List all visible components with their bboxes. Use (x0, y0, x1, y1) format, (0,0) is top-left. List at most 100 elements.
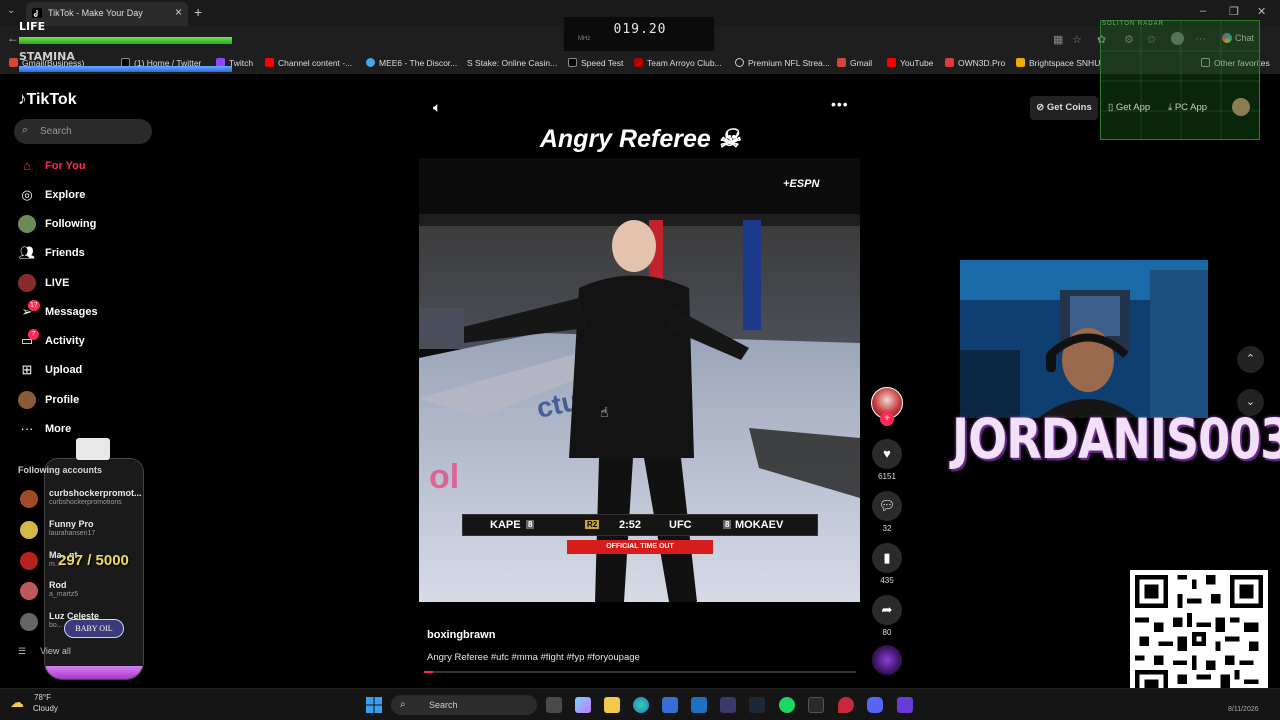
activity-badge: 7 (28, 329, 39, 340)
favorite-star-icon[interactable]: ☆ (1072, 33, 1082, 46)
comment-count: 32 (882, 524, 892, 533)
download-icon: ⤓ (1168, 102, 1175, 113)
follow-button[interactable]: + (880, 412, 894, 426)
maps-pin-icon[interactable] (838, 697, 854, 713)
avatar (20, 521, 38, 539)
bookmark-channel-content[interactable]: Channel content -... (265, 58, 352, 68)
messages-badge: 17 (28, 300, 40, 311)
x-icon (568, 58, 577, 67)
video-progress-fill (424, 671, 433, 673)
youtube-icon (887, 58, 896, 67)
nav-label: Profile (45, 394, 80, 406)
get-app-button[interactable]: ▯ Get App (1108, 102, 1150, 113)
fight-clock: 2:52 (619, 519, 642, 531)
bookmark-own3d[interactable]: OWN3D.Pro (945, 58, 1005, 68)
new-tab-button[interactable]: + (194, 4, 202, 20)
get-coins-button[interactable]: ⊘ Get Coins (1030, 96, 1098, 120)
tiktok-logo[interactable]: ♪TikTok (18, 89, 77, 109)
ufc-scorebug: KAPE 8 R2 2:52 UFC 8 MOKAEV (462, 514, 818, 536)
save-button[interactable]: ▮ 435 (872, 543, 902, 585)
bookmark-team-arroyo[interactable]: Team Arroyo Club... (634, 58, 722, 68)
xbox-icon[interactable] (808, 697, 824, 713)
taskbar-search-label: Search (429, 700, 458, 710)
comment-button[interactable]: 💬︎ 32 (872, 491, 902, 533)
life-label: LIFE (19, 20, 46, 33)
mee6-icon (366, 58, 375, 67)
radar-label: SOLITON RADAR (1102, 21, 1164, 27)
start-button[interactable] (366, 697, 382, 713)
outlook-icon[interactable] (691, 697, 707, 713)
edge-icon[interactable] (633, 697, 649, 713)
video-progress-bar[interactable] (424, 671, 856, 673)
bookmark-speed-test[interactable]: Speed Test (568, 58, 623, 68)
bookmark-mee6[interactable]: MEE6 - The Discor... (366, 58, 457, 68)
search-placeholder: Search (40, 126, 72, 137)
system-date: 8/11/2026 (1228, 706, 1259, 713)
discord-icon[interactable] (867, 697, 883, 713)
oil-goal-counter: 297 / 5000 (58, 552, 129, 569)
comment-icon: 💬︎ (872, 491, 902, 521)
heart-icon: ♥ (872, 439, 902, 469)
bookmark-icon: ▮ (872, 543, 902, 573)
pc-app-button[interactable]: ⤓ PC App (1168, 102, 1207, 113)
like-button[interactable]: ♥ 6151 (872, 439, 902, 481)
spotify-icon[interactable] (779, 697, 795, 713)
left-rank: 8 (526, 520, 535, 529)
maximize-icon[interactable]: ❐ (1229, 5, 1239, 18)
browser-tab[interactable]: TikTok - Make Your Day × (26, 2, 188, 26)
like-count: 6151 (878, 472, 896, 481)
copilot-icon[interactable] (575, 697, 591, 713)
bookmark-youtube[interactable]: YouTube (887, 58, 933, 68)
taskbar-search[interactable]: ⌕ Search (391, 695, 537, 715)
nav-label: Following (45, 218, 97, 230)
minimize-icon[interactable]: – (1200, 5, 1206, 17)
following-avatar-icon (18, 215, 36, 233)
music-disc-icon[interactable] (872, 645, 902, 675)
team-icon (634, 58, 643, 67)
tab-actions-icon[interactable]: ⌄ (7, 5, 15, 16)
task-view-icon[interactable] (546, 697, 562, 713)
previous-video-button[interactable]: ⌃ (1237, 346, 1264, 373)
more-options-icon[interactable]: ••• (831, 96, 849, 112)
nav-label: For You (45, 160, 86, 172)
share-button[interactable]: ➦ 80 (872, 595, 902, 637)
share-count: 80 (882, 628, 892, 637)
frequency-unit: MHz (578, 36, 591, 42)
steam-icon[interactable] (749, 697, 765, 713)
search-input[interactable]: ⌕ Search (14, 119, 152, 144)
save-count: 435 (880, 576, 894, 585)
store-icon[interactable] (662, 697, 678, 713)
bookmark-gmail[interactable]: Gmail (837, 58, 872, 68)
life-bar-fill (19, 37, 232, 44)
app-icon[interactable] (720, 697, 736, 713)
video-author[interactable]: boxingbrawn (427, 629, 495, 641)
tiktok-note-icon: ♪ (18, 89, 27, 108)
bookmark-brightspace[interactable]: Brightspace SNHU (1016, 58, 1100, 68)
nav-label: Activity (45, 335, 85, 347)
user-avatar[interactable] (1232, 98, 1250, 116)
webcam-scene (960, 260, 1208, 418)
youtube-icon (265, 58, 274, 67)
live-icon (18, 274, 36, 292)
bookmark-stake[interactable]: S Stake: Online Casin... (467, 58, 557, 68)
file-explorer-icon[interactable] (604, 697, 620, 713)
weather-description: Cloudy (33, 704, 58, 713)
split-screen-icon[interactable]: ▦ (1053, 33, 1063, 46)
codec-frequency-display: 019.20 MHz (563, 16, 715, 52)
friends-icon: 👥︎ (18, 245, 36, 260)
avatar (20, 490, 38, 508)
left-fighter: KAPE (490, 519, 521, 531)
stamina-bar (19, 66, 232, 72)
phone-icon: ▯ (1108, 102, 1116, 113)
volume-icon[interactable]: 🔈︎ (433, 99, 441, 116)
svg-text:ol: ol (429, 458, 459, 496)
close-window-icon[interactable]: ✕ (1257, 5, 1266, 18)
network-label: ESPN (789, 178, 820, 190)
mail-icon (837, 58, 846, 67)
stamina-bar-fill (19, 66, 232, 72)
grid-app-icon[interactable] (897, 697, 913, 713)
avatar (20, 613, 38, 631)
close-tab-icon[interactable]: × (175, 5, 182, 19)
bookmark-nfl-stream[interactable]: Premium NFL Strea... (735, 58, 830, 68)
back-arrow-icon[interactable]: ← (7, 31, 19, 45)
